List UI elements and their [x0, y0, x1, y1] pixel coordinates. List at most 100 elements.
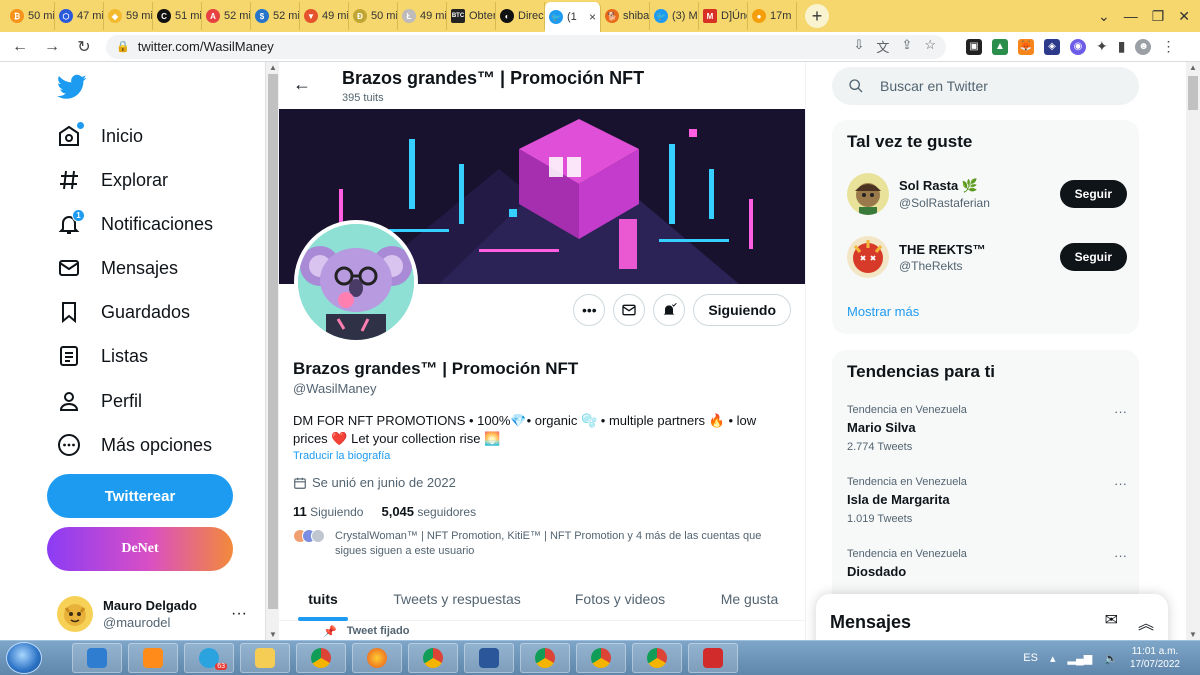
- taskbar-app[interactable]: [576, 643, 626, 673]
- url-text[interactable]: twitter.com/WasilManey: [138, 39, 274, 54]
- trend-item[interactable]: Tendencia en Venezuela Diosdado ···: [847, 548, 1127, 579]
- tab-tuits[interactable]: tuits: [279, 577, 367, 621]
- forward-icon[interactable]: →: [42, 38, 62, 56]
- follow-button[interactable]: Seguir: [1059, 180, 1127, 208]
- show-more-link[interactable]: Mostrar más: [847, 304, 919, 319]
- nav-item-listas[interactable]: Listas: [57, 344, 148, 368]
- network-icon[interactable]: ▂▄▆: [1068, 652, 1093, 665]
- browser-tab[interactable]: MD]Úne: [699, 2, 748, 30]
- browser-tab[interactable]: $52 mi: [251, 2, 300, 30]
- nav-item-mensajes[interactable]: Mensajes: [57, 256, 178, 280]
- taskbar-app[interactable]: [72, 643, 122, 673]
- scroll-down-icon[interactable]: ▼: [1189, 630, 1197, 639]
- followers-you-know[interactable]: CrystalWoman™ | NFT Promotion, KitiE™ | …: [293, 529, 793, 559]
- tray-expand-icon[interactable]: ▴: [1050, 652, 1056, 665]
- taskbar-app[interactable]: [240, 643, 290, 673]
- browser-tab-active[interactable]: 🐦 (1 ×: [545, 2, 601, 32]
- browser-tab[interactable]: ⬡ 47 mi: [55, 2, 104, 30]
- new-tab-button[interactable]: +: [805, 4, 829, 28]
- account-switcher[interactable]: Mauro Delgado @maurodel ···: [57, 592, 247, 636]
- nav-item-guardados[interactable]: Guardados: [57, 300, 190, 324]
- more-horizontal-icon[interactable]: ···: [1114, 404, 1127, 419]
- nav-item-explorar[interactable]: Explorar: [57, 168, 168, 192]
- browser-tab[interactable]: 🐕 shiba: [601, 2, 650, 30]
- translate-icon[interactable]: 文: [876, 37, 889, 56]
- more-horizontal-icon[interactable]: ···: [1114, 476, 1127, 491]
- star-icon[interactable]: ☆: [924, 37, 936, 56]
- back-arrow-icon[interactable]: ←: [293, 74, 311, 95]
- more-horizontal-icon[interactable]: ···: [231, 605, 247, 623]
- address-bar[interactable]: 🔒 twitter.com/WasilManey ⇩ 文 ⇪ ☆: [106, 34, 946, 59]
- scroll-up-icon[interactable]: ▲: [269, 63, 277, 72]
- follow-button[interactable]: Seguir: [1059, 243, 1127, 271]
- nav-item-inicio[interactable]: Inicio: [57, 122, 143, 148]
- suggestion-item[interactable]: Sol Rasta 🌿 @SolRastaferian Seguir: [847, 172, 1127, 216]
- taskbar-app[interactable]: 63: [184, 643, 234, 673]
- taskbar-app[interactable]: [408, 643, 458, 673]
- scrollbar-thumb[interactable]: [1188, 76, 1198, 110]
- twitter-logo-icon[interactable]: [57, 72, 87, 102]
- reload-icon[interactable]: ↻: [74, 37, 94, 57]
- menu-kebab-icon[interactable]: ⋮: [1161, 38, 1175, 55]
- scrollbar-thumb[interactable]: [268, 74, 278, 609]
- taskbar-app[interactable]: [520, 643, 570, 673]
- new-message-icon[interactable]: ✉: [1105, 610, 1118, 634]
- trend-item[interactable]: Tendencia en Venezuela Mario Silva 2.774…: [847, 404, 1127, 453]
- puzzle-icon[interactable]: ✦: [1096, 38, 1108, 55]
- trend-item[interactable]: Tendencia en Venezuela Isla de Margarita…: [847, 476, 1127, 525]
- taskbar-app[interactable]: [296, 643, 346, 673]
- left-pane-scrollbar[interactable]: ▲ ▼: [265, 62, 279, 640]
- install-icon[interactable]: ⇩: [854, 37, 865, 56]
- browser-tab[interactable]: ◆ 59 mi: [104, 2, 153, 30]
- tab-tweets-y-respuestas[interactable]: Tweets y respuestas: [367, 577, 547, 621]
- browser-tab[interactable]: ₿ 50 mi: [6, 2, 55, 30]
- following-button[interactable]: Siguiendo: [693, 294, 791, 326]
- browser-tab[interactable]: BTC Obter: [447, 2, 496, 30]
- taskbar-app[interactable]: [632, 643, 682, 673]
- tweet-button[interactable]: Twitterear: [47, 474, 233, 518]
- scroll-down-icon[interactable]: ▼: [269, 630, 277, 639]
- denet-button[interactable]: DeNet: [47, 527, 233, 571]
- browser-tab[interactable]: 🐦 (3) M: [650, 2, 699, 30]
- browser-tab[interactable]: ▼ 49 mi: [300, 2, 349, 30]
- back-icon[interactable]: ←: [10, 38, 30, 56]
- sound-icon[interactable]: 🔈: [1104, 652, 1118, 665]
- nav-item-perfil[interactable]: Perfil: [57, 389, 142, 413]
- browser-tab[interactable]: A 52 mi: [202, 2, 251, 30]
- nav-item-notificaciones[interactable]: 1 Notificaciones: [57, 209, 213, 236]
- followers-stat[interactable]: 5,045 seguidores: [381, 504, 476, 519]
- close-icon[interactable]: ×: [589, 10, 596, 24]
- profile-avatar[interactable]: [294, 220, 418, 344]
- browser-tab[interactable]: ● 17m: [748, 2, 797, 30]
- tab-fotos-y-videos[interactable]: Fotos y videos: [547, 577, 693, 621]
- taskbar-app[interactable]: [688, 643, 738, 673]
- lock-icon[interactable]: 🔒: [116, 40, 130, 53]
- taskbar-app[interactable]: [352, 643, 402, 673]
- nav-item-mas-opciones[interactable]: Más opciones: [57, 433, 212, 457]
- extension-icon[interactable]: ◈: [1044, 38, 1060, 55]
- taskbar-clock[interactable]: 11:01 a.m. 17/07/2022: [1130, 645, 1180, 671]
- browser-tab[interactable]: C 51 mi: [153, 2, 202, 30]
- page-scrollbar[interactable]: ▲ ▼: [1186, 62, 1200, 640]
- chevron-up-icon[interactable]: ︽: [1138, 610, 1154, 634]
- browser-tab[interactable]: ◐ Direc: [496, 2, 545, 30]
- metamask-fox-icon[interactable]: 🦊: [1018, 38, 1034, 55]
- share-icon[interactable]: ⇪: [901, 37, 912, 56]
- translate-bio-link[interactable]: Traducir la biografía: [293, 450, 390, 462]
- taskbar-app[interactable]: [464, 643, 514, 673]
- extension-icon[interactable]: ▲: [992, 38, 1008, 55]
- browser-tab[interactable]: Ð 50 mi: [349, 2, 398, 30]
- profile-avatar-icon[interactable]: ☻: [1135, 38, 1152, 55]
- tab-search-icon[interactable]: ⌄: [1098, 8, 1110, 25]
- maximize-icon[interactable]: ❐: [1152, 8, 1165, 25]
- scroll-up-icon[interactable]: ▲: [1189, 63, 1197, 72]
- notify-button[interactable]: [653, 294, 686, 326]
- language-indicator[interactable]: ES: [1023, 652, 1038, 664]
- close-window-icon[interactable]: ✕: [1178, 8, 1190, 25]
- following-stat[interactable]: 11 Siguiendo: [293, 504, 363, 519]
- minimize-icon[interactable]: —: [1124, 8, 1138, 24]
- extension-icon[interactable]: ◉: [1070, 38, 1086, 55]
- more-options-button[interactable]: •••: [573, 294, 606, 326]
- more-horizontal-icon[interactable]: ···: [1114, 548, 1127, 563]
- message-button[interactable]: [613, 294, 646, 326]
